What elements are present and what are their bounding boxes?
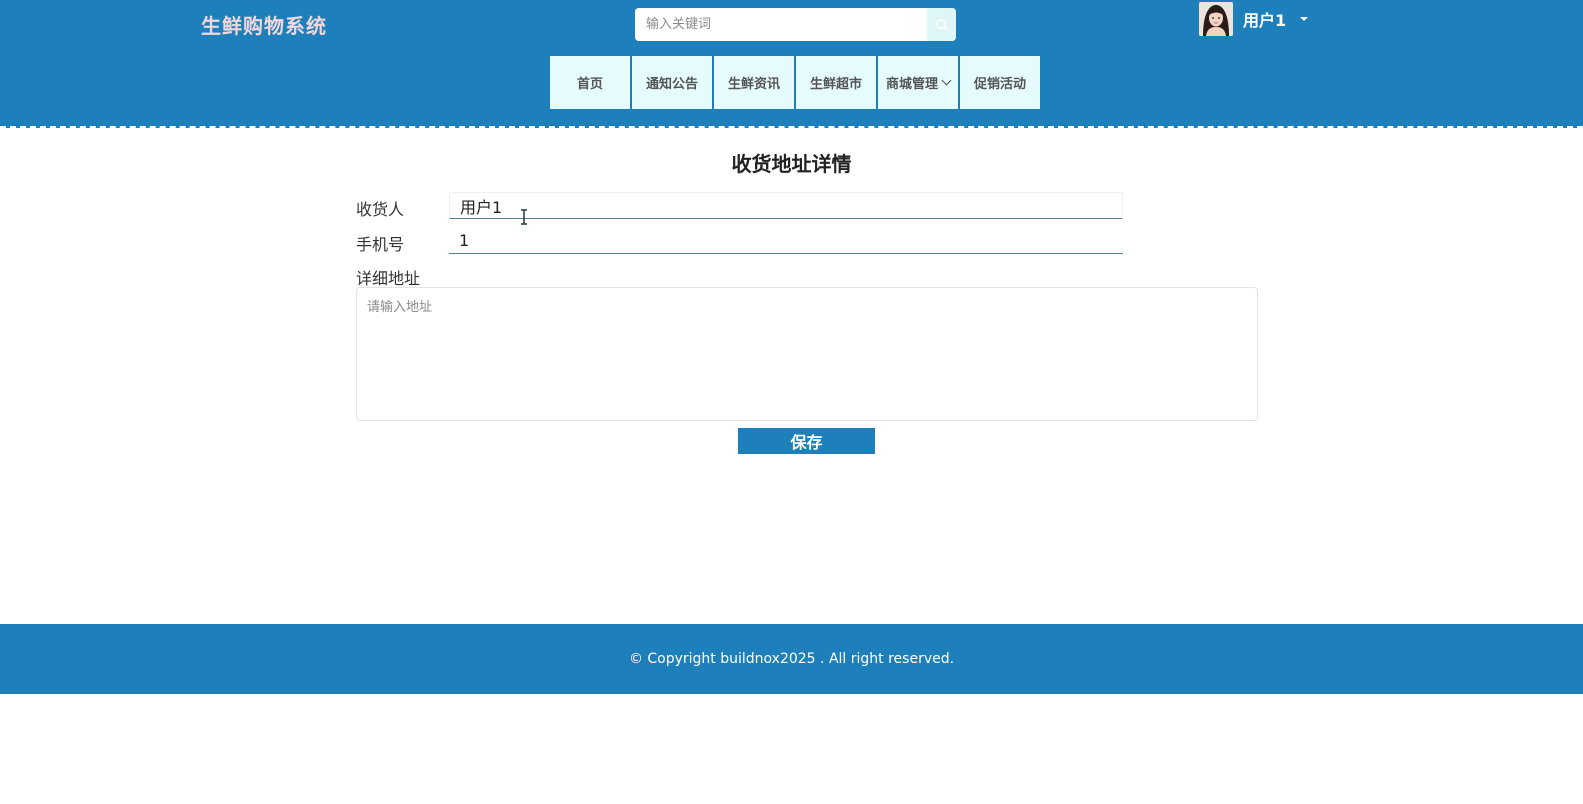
phone-input[interactable] xyxy=(449,227,1123,254)
main-nav: 首页 通知公告 生鲜资讯 生鲜超市 商城管理 促销活动 xyxy=(550,56,1040,109)
nav-item-mall-management-label: 商城管理 xyxy=(885,77,938,92)
nav-item-market[interactable]: 生鲜超市 xyxy=(796,56,876,109)
top-header: 生鲜购物系统 用户1 首页 通知公告 xyxy=(0,0,1583,128)
nav-item-promotions[interactable]: 促销活动 xyxy=(960,56,1040,109)
site-brand[interactable]: 生鲜购物系统 xyxy=(201,10,327,39)
nav-item-mall-management[interactable]: 商城管理 xyxy=(878,56,958,109)
copyright-text: © Copyright buildnox2025 . All right res… xyxy=(628,651,955,667)
search-icon xyxy=(935,18,948,31)
footer: © Copyright buildnox2025 . All right res… xyxy=(0,624,1583,694)
phone-label: 手机号 xyxy=(356,235,405,254)
search-input[interactable] xyxy=(635,8,927,41)
search-button[interactable] xyxy=(927,8,956,41)
page-title: 收货地址详情 xyxy=(731,152,852,176)
consignee-label: 收货人 xyxy=(356,200,405,219)
caret-down-icon xyxy=(1300,16,1309,21)
avatar[interactable] xyxy=(1199,1,1233,36)
search-box xyxy=(635,8,956,41)
user-name: 用户1 xyxy=(1243,10,1287,30)
save-button[interactable]: 保存 xyxy=(738,428,875,454)
text-cursor-icon xyxy=(521,209,527,225)
address-textarea[interactable] xyxy=(356,287,1258,421)
chevron-down-icon xyxy=(941,75,952,86)
user-menu[interactable]: 用户1 xyxy=(1199,1,1309,36)
address-label: 详细地址 xyxy=(356,269,421,288)
consignee-input[interactable] xyxy=(449,192,1123,219)
nav-item-news[interactable]: 生鲜资讯 xyxy=(714,56,794,109)
nav-item-home[interactable]: 首页 xyxy=(550,56,630,109)
nav-item-notices[interactable]: 通知公告 xyxy=(632,56,712,109)
